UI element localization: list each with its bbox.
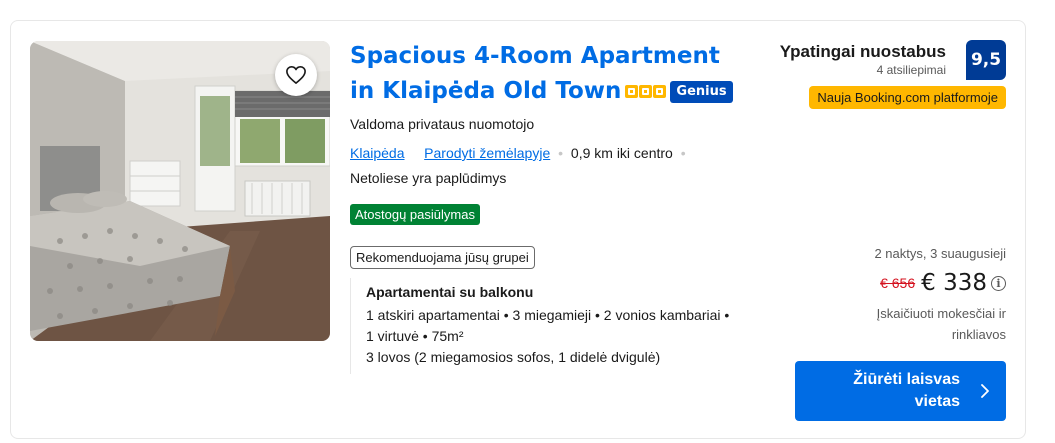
save-favorite-button[interactable]	[275, 54, 317, 96]
star-icon	[625, 85, 639, 98]
current-price: € 338	[921, 270, 987, 296]
show-map-link[interactable]: Parodyti žemėlapyje	[424, 145, 550, 161]
separator-dot: •	[558, 145, 564, 161]
recommended-tag: Rekomenduojama jūsų grupei	[350, 246, 535, 269]
star-rating	[625, 74, 667, 109]
property-title[interactable]: Spacious 4-Room Apartment in Klaipėda Ol…	[350, 39, 750, 109]
original-price: € 656	[880, 275, 916, 291]
unit-details: 1 atskiri apartamentai • 3 miegamieji • …	[366, 305, 766, 368]
see-availability-button[interactable]: Žiūrėti laisvas vietas	[795, 361, 1006, 421]
unit-info: Apartamentai su balkonu 1 atskiri aparta…	[350, 278, 770, 374]
property-card: Spacious 4-Room Apartment in Klaipėda Ol…	[10, 20, 1026, 439]
city-link[interactable]: Klaipėda	[350, 145, 405, 161]
review-score[interactable]: Ypatingai nuostabus 4 atsiliepimai 9,5	[766, 40, 1006, 82]
distance-text: 0,9 km iki centro	[570, 145, 673, 161]
host-type: Valdoma privataus nuomotojo	[350, 116, 535, 132]
property-photo[interactable]	[30, 41, 330, 341]
taxes-note: Įskaičiuoti mokesčiai ir rinkliavos	[876, 306, 1006, 342]
review-count: 4 atsiliepimai	[876, 63, 946, 77]
genius-badge: Genius	[670, 80, 733, 103]
score-badge: 9,5	[966, 40, 1006, 80]
unit-name: Apartamentai su balkonu	[366, 284, 534, 300]
location-row: Klaipėda Parodyti žemėlapyje • 0,9 km ik…	[350, 145, 690, 161]
stay-summary: 2 naktys, 3 suaugusieji	[874, 246, 1006, 261]
new-to-booking-badge: Nauja Booking.com platformoje	[809, 86, 1006, 109]
beach-note: Netoliese yra paplūdimys	[350, 170, 507, 186]
price-row: € 656 € 338 i	[880, 270, 1006, 296]
chevron-right-icon	[981, 384, 989, 398]
info-icon[interactable]: i	[991, 275, 1006, 291]
star-icon	[653, 85, 667, 98]
see-availability-label: Žiūrėti laisvas vietas	[853, 371, 960, 410]
heart-icon	[286, 66, 306, 84]
unit-details-line: 1 atskiri apartamentai • 3 miegamieji • …	[366, 307, 730, 323]
separator-dot: •	[680, 145, 686, 161]
review-label: Ypatingai nuostabus	[779, 42, 946, 61]
unit-beds: 3 lovos (2 miegamosios sofos, 1 didelė d…	[366, 349, 661, 365]
separator	[412, 145, 416, 161]
star-icon	[639, 85, 653, 98]
unit-details-line: 1 virtuvė • 75m²	[366, 328, 464, 344]
deal-badge: Atostogų pasiūlymas	[350, 204, 480, 225]
review-text: Ypatingai nuostabus 4 atsiliepimai	[780, 42, 946, 77]
